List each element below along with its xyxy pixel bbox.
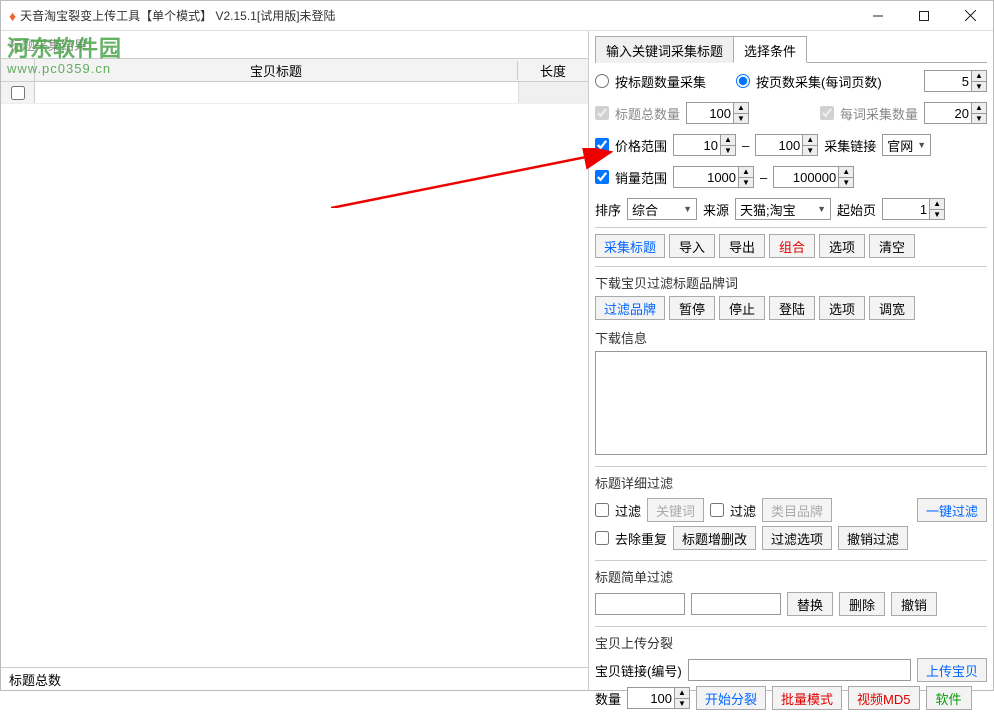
- left-panel: 河东软件园 www.pc0359.cn 标题采集结果 宝贝标题 长度 标题总数: [1, 31, 589, 691]
- filter-brand-button[interactable]: 过滤品牌: [595, 296, 665, 320]
- detail-filter-label: 标题详细过滤: [595, 473, 987, 492]
- total-count-label: 标题总数量: [615, 104, 680, 123]
- export-button[interactable]: 导出: [719, 234, 765, 258]
- row-checkbox[interactable]: [11, 86, 25, 100]
- startpage-spinner[interactable]: ▲▼: [882, 198, 945, 220]
- split-button[interactable]: 开始分裂: [696, 686, 766, 710]
- minimize-button[interactable]: [855, 2, 901, 30]
- download-info-label: 下载信息: [595, 328, 987, 347]
- source-label: 来源: [703, 200, 729, 219]
- delete-button[interactable]: 删除: [839, 592, 885, 616]
- chk-sales[interactable]: [595, 170, 609, 184]
- window-title: 天音淘宝裂变上传工具【单个模式】 V2.15.1[试用版]未登陆: [20, 7, 855, 24]
- chk-filter-cat[interactable]: [710, 503, 724, 517]
- qty-label: 数量: [595, 689, 621, 708]
- qty-spinner[interactable]: ▲▼: [627, 687, 690, 709]
- source-combo[interactable]: 天猫;淘宝▼: [735, 198, 831, 220]
- download-section-title: 下载宝贝过滤标题品牌词: [595, 273, 987, 292]
- annotation-arrow: [331, 148, 621, 208]
- simple-input-2[interactable]: [691, 593, 781, 615]
- maximize-button[interactable]: [901, 2, 947, 30]
- grid-footer: 标题总数: [1, 667, 588, 691]
- link-combo[interactable]: 官网▼: [882, 134, 931, 156]
- app-icon: ♦: [9, 8, 16, 24]
- widen-button[interactable]: 调宽: [869, 296, 915, 320]
- filter-option-button[interactable]: 过滤选项: [762, 526, 832, 550]
- radio-by-page-label: 按页数采集(每词页数): [756, 72, 882, 91]
- radio-by-page[interactable]: [736, 74, 750, 88]
- col-title: 宝贝标题: [35, 61, 518, 80]
- import-button[interactable]: 导入: [669, 234, 715, 258]
- tabs: 输入关键词采集标题 选择条件: [595, 35, 987, 63]
- chk-price[interactable]: [595, 138, 609, 152]
- simple-filter-label: 标题简单过滤: [595, 567, 987, 586]
- sales-label: 销量范围: [615, 168, 667, 187]
- upload-link-label: 宝贝链接(编号): [595, 661, 682, 680]
- grid-body[interactable]: [1, 82, 588, 667]
- collect-button[interactable]: 采集标题: [595, 234, 665, 258]
- dl-option-button[interactable]: 选项: [819, 296, 865, 320]
- tab-keywords[interactable]: 输入关键词采集标题: [595, 36, 734, 63]
- radio-by-count[interactable]: [595, 74, 609, 88]
- price-low-spinner[interactable]: ▲▼: [673, 134, 736, 156]
- replace-button[interactable]: 替换: [787, 592, 833, 616]
- col-length: 长度: [518, 61, 588, 80]
- perword-label: 每词采集数量: [840, 104, 918, 123]
- startpage-label: 起始页: [837, 200, 876, 219]
- chk-dedup[interactable]: [595, 531, 609, 545]
- total-count-spinner[interactable]: ▲▼: [686, 102, 749, 124]
- link-label: 采集链接: [824, 136, 876, 155]
- results-label: 标题采集结果: [1, 31, 588, 58]
- category-button[interactable]: 类目品牌: [762, 498, 832, 522]
- stop-button[interactable]: 停止: [719, 296, 765, 320]
- perword-spinner[interactable]: ▲▼: [924, 102, 987, 124]
- clear-button[interactable]: 清空: [869, 234, 915, 258]
- undo-button[interactable]: 撤销: [891, 592, 937, 616]
- tab-conditions[interactable]: 选择条件: [733, 36, 807, 63]
- price-label: 价格范围: [615, 136, 667, 155]
- md5-button[interactable]: 视频MD5: [848, 686, 919, 710]
- sort-combo[interactable]: 综合▼: [627, 198, 697, 220]
- table-row[interactable]: [1, 82, 588, 104]
- sales-low-spinner[interactable]: ▲▼: [673, 166, 754, 188]
- login-button[interactable]: 登陆: [769, 296, 815, 320]
- close-button[interactable]: [947, 2, 993, 30]
- page-count-spinner[interactable]: ▲▼: [924, 70, 987, 92]
- combine-button[interactable]: 组合: [769, 234, 815, 258]
- onekey-filter-button[interactable]: 一键过滤: [917, 498, 987, 522]
- right-panel: 输入关键词采集标题 选择条件 按标题数量采集 按页数采集(每词页数) ▲▼ 标题…: [589, 31, 993, 691]
- total-label: 标题总数: [9, 670, 61, 689]
- keyword-button[interactable]: 关键词: [647, 498, 704, 522]
- upload-link-input[interactable]: [688, 659, 911, 681]
- grid-header: 宝贝标题 长度: [1, 58, 588, 82]
- undo-filter-button[interactable]: 撤销过滤: [838, 526, 908, 550]
- download-info-textarea[interactable]: [595, 351, 987, 455]
- edit-title-button[interactable]: 标题增删改: [673, 526, 756, 550]
- chk-total: [595, 106, 609, 120]
- sales-high-spinner[interactable]: ▲▼: [773, 166, 854, 188]
- pause-button[interactable]: 暂停: [669, 296, 715, 320]
- software-button[interactable]: 软件: [926, 686, 972, 710]
- titlebar: ♦ 天音淘宝裂变上传工具【单个模式】 V2.15.1[试用版]未登陆: [1, 1, 993, 31]
- upload-button[interactable]: 上传宝贝: [917, 658, 987, 682]
- option-button[interactable]: 选项: [819, 234, 865, 258]
- simple-input-1[interactable]: [595, 593, 685, 615]
- batch-button[interactable]: 批量模式: [772, 686, 842, 710]
- upload-section-label: 宝贝上传分裂: [595, 633, 987, 652]
- chk-filter-kw[interactable]: [595, 503, 609, 517]
- sort-label: 排序: [595, 200, 621, 219]
- price-high-spinner[interactable]: ▲▼: [755, 134, 818, 156]
- chk-perword: [820, 106, 834, 120]
- radio-by-count-label: 按标题数量采集: [615, 72, 706, 91]
